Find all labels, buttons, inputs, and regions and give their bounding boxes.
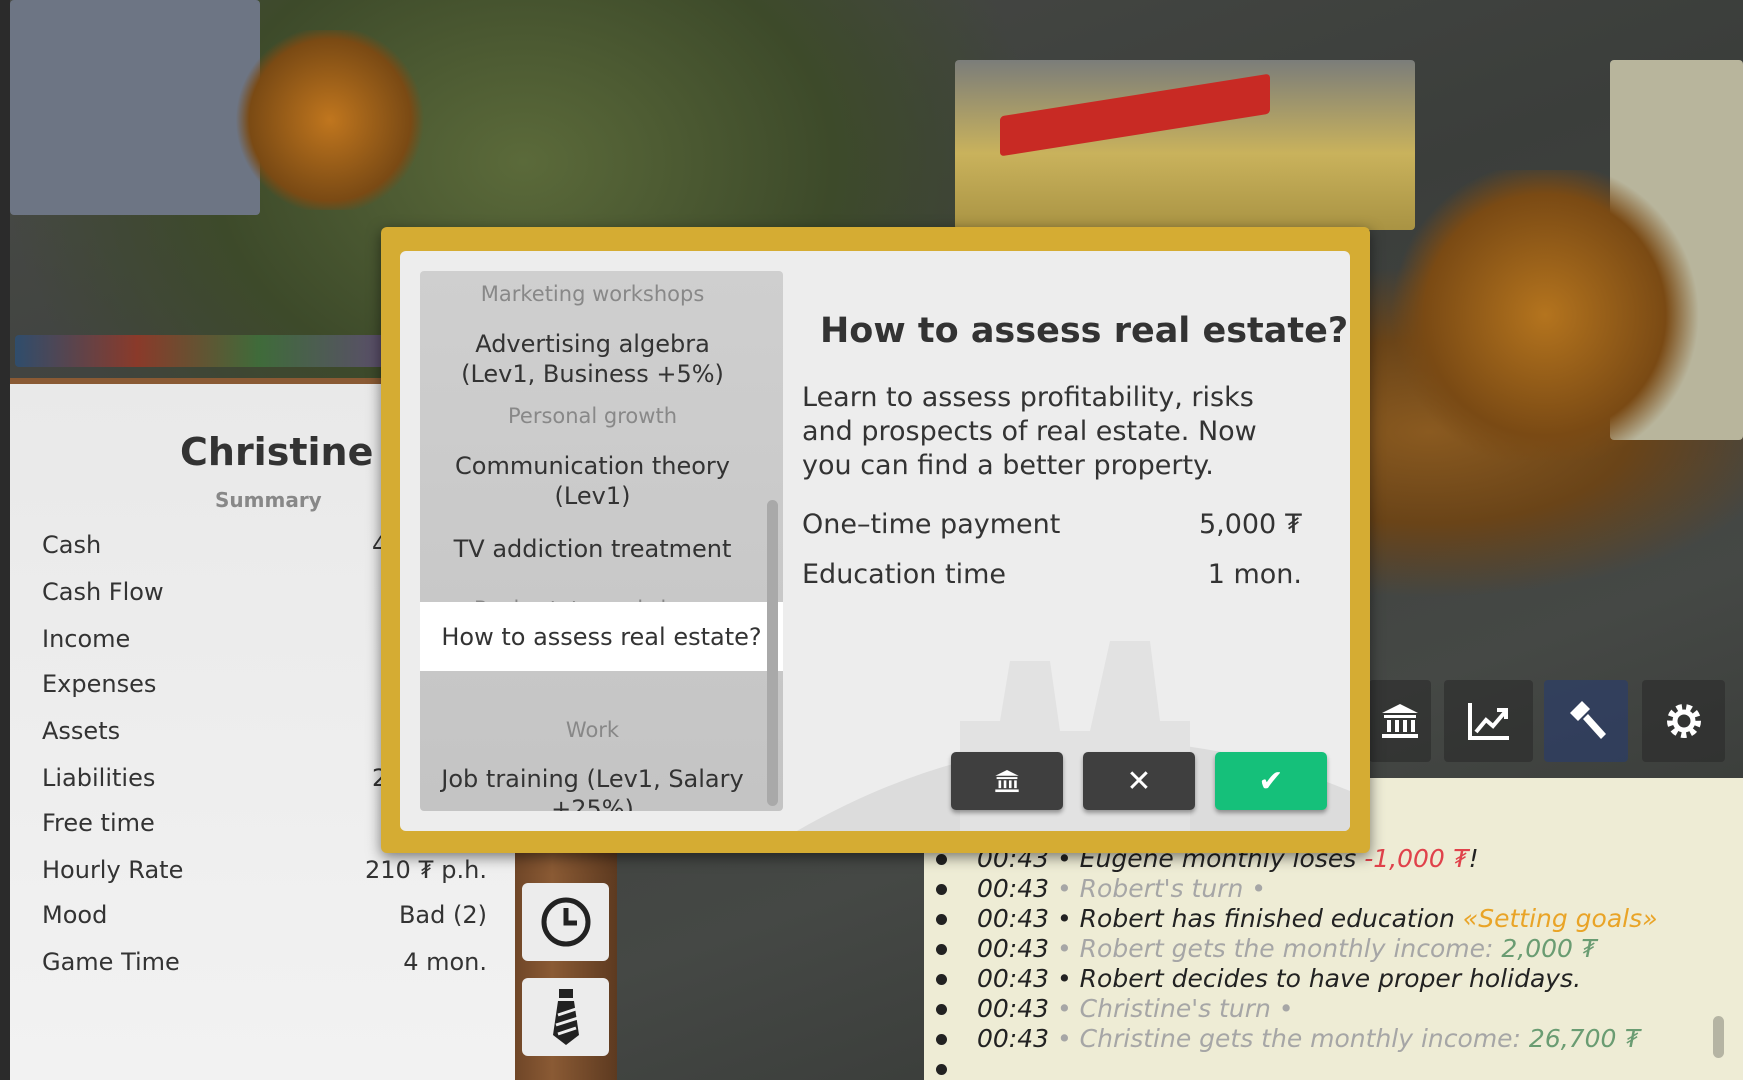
- education-time-row: Education time 1 mon.: [802, 559, 1302, 590]
- list-category: Work: [565, 718, 620, 742]
- log-entry: 00:43 • Christine gets the monthly incom…: [977, 1024, 1640, 1053]
- confirm-button[interactable]: ✔: [1215, 752, 1327, 810]
- gear-icon: [1666, 704, 1701, 738]
- log-text: • Robert gets the monthly income:: [1049, 934, 1502, 963]
- left-edge: [0, 0, 10, 1080]
- hammer-tool-button[interactable]: [1544, 680, 1628, 762]
- log-text: 26,700 ₮: [1528, 1024, 1641, 1053]
- chart-tool-button[interactable]: [1444, 680, 1533, 762]
- hammer-icon: [1570, 701, 1606, 739]
- bullet-icon: [936, 1004, 947, 1015]
- dialog-body: Marketing workshops Advertising algebra (…: [400, 251, 1350, 831]
- stat-row-mood: Mood Bad (2): [42, 901, 487, 931]
- bullet-icon: [936, 974, 947, 985]
- log-text: • Robert decides to have proper holidays…: [1049, 964, 1582, 993]
- tree: [230, 30, 430, 210]
- stat-value: Bad (2): [398, 901, 487, 929]
- tie-icon: [552, 989, 579, 1045]
- log-entry: 00:43 • Robert gets the monthly income: …: [977, 934, 1597, 963]
- bullet-icon: [936, 854, 947, 865]
- log-time: 00:43: [977, 964, 1050, 993]
- log-text: • Robert has finished education: [1049, 904, 1463, 933]
- bullet-icon: [936, 914, 947, 925]
- list-item[interactable]: Communication theory (Lev1): [420, 451, 765, 511]
- course-title: How to assess real estate?: [820, 311, 1349, 351]
- course-list[interactable]: Marketing workshops Advertising algebra (…: [420, 271, 783, 811]
- bank-icon: [995, 769, 1019, 793]
- stat-label: Mood: [42, 901, 108, 929]
- list-category: Marketing workshops: [480, 282, 705, 306]
- log-entry: 00:43 • Robert has finished education «S…: [977, 904, 1658, 933]
- log-entry: 00:43 • Robert's turn •: [977, 874, 1266, 903]
- stat-label: Income: [42, 625, 131, 653]
- stat-label: Game Time: [42, 948, 180, 976]
- log-text: 2,000 ₮: [1501, 934, 1597, 963]
- payment-row: One–time payment 5,000 ₮: [802, 509, 1302, 540]
- stat-row-hourly-rate: Hourly Rate 210 ₮ p.h.: [42, 856, 487, 886]
- board-tiles: [15, 335, 385, 367]
- player-name: Christine: [180, 430, 374, 474]
- education-dialog: Marketing workshops Advertising algebra (…: [381, 227, 1370, 853]
- stat-label: Liabilities: [42, 764, 156, 792]
- payment-value: 5,000 ₮: [1198, 509, 1302, 540]
- stat-label: Cash: [42, 531, 102, 559]
- bank-icon: [1382, 704, 1418, 738]
- tie-button[interactable]: [522, 978, 609, 1056]
- bullet-icon: [936, 1034, 947, 1045]
- education-time-value: 1 mon.: [1207, 559, 1302, 590]
- list-category: Personal growth: [507, 404, 677, 428]
- summary-label: Summary: [215, 488, 322, 512]
- clock-button[interactable]: [522, 883, 609, 961]
- log-text: -1,000 ₮: [1364, 844, 1469, 873]
- building: [10, 0, 260, 215]
- log-text: • Christine gets the monthly income:: [1049, 1024, 1529, 1053]
- log-entry: 00:43 • Christine's turn •: [977, 994, 1294, 1023]
- log-entry: 00:43 • Robert decides to have proper ho…: [977, 964, 1581, 993]
- settings-button[interactable]: [1642, 680, 1725, 762]
- log-time: 00:43: [977, 994, 1050, 1023]
- clock-icon: [541, 897, 590, 947]
- stat-value: 4 mon.: [403, 948, 487, 976]
- list-item[interactable]: TV addiction treatment: [420, 534, 765, 564]
- chart-icon: [1467, 703, 1509, 740]
- list-item[interactable]: Advertising algebra (Lev1, Business +5%): [420, 329, 765, 389]
- log-text: • Robert's turn •: [1049, 874, 1266, 903]
- bank-tool-button[interactable]: [1369, 680, 1431, 762]
- stat-label: Assets: [42, 717, 121, 745]
- bank-button[interactable]: [951, 752, 1063, 810]
- stat-label: Hourly Rate: [42, 856, 184, 884]
- log-time: 00:43: [977, 904, 1050, 933]
- stat-row-game-time: Game Time 4 mon.: [42, 948, 487, 978]
- bullet-icon: [936, 944, 947, 955]
- log-text: !: [1468, 844, 1479, 873]
- stat-label: Cash Flow: [42, 578, 164, 606]
- log-text: • Christine's turn •: [1049, 994, 1294, 1023]
- log-time: 00:43: [977, 1024, 1050, 1053]
- bullet-icon: [936, 884, 947, 895]
- list-item-selected[interactable]: How to assess real estate?: [420, 602, 783, 671]
- education-time-label: Education time: [802, 559, 1007, 590]
- stat-value: 210 ₮ p.h.: [364, 856, 487, 884]
- list-item[interactable]: Job training (Lev1, Salary +25%): [420, 764, 765, 811]
- log-scrollbar[interactable]: [1713, 1016, 1724, 1058]
- log-time: 00:43: [977, 874, 1050, 903]
- log-time: 00:43: [977, 934, 1050, 963]
- stat-label: Free time: [42, 809, 155, 837]
- stat-label: Expenses: [42, 670, 157, 698]
- list-scrollbar[interactable]: [767, 500, 778, 806]
- log-text: «Setting goals»: [1462, 904, 1658, 933]
- cancel-button[interactable]: ✕: [1083, 752, 1195, 810]
- payment-label: One–time payment: [802, 509, 1061, 540]
- course-description: Learn to assess profitability, risks and…: [802, 382, 1257, 481]
- tree: [1380, 170, 1710, 460]
